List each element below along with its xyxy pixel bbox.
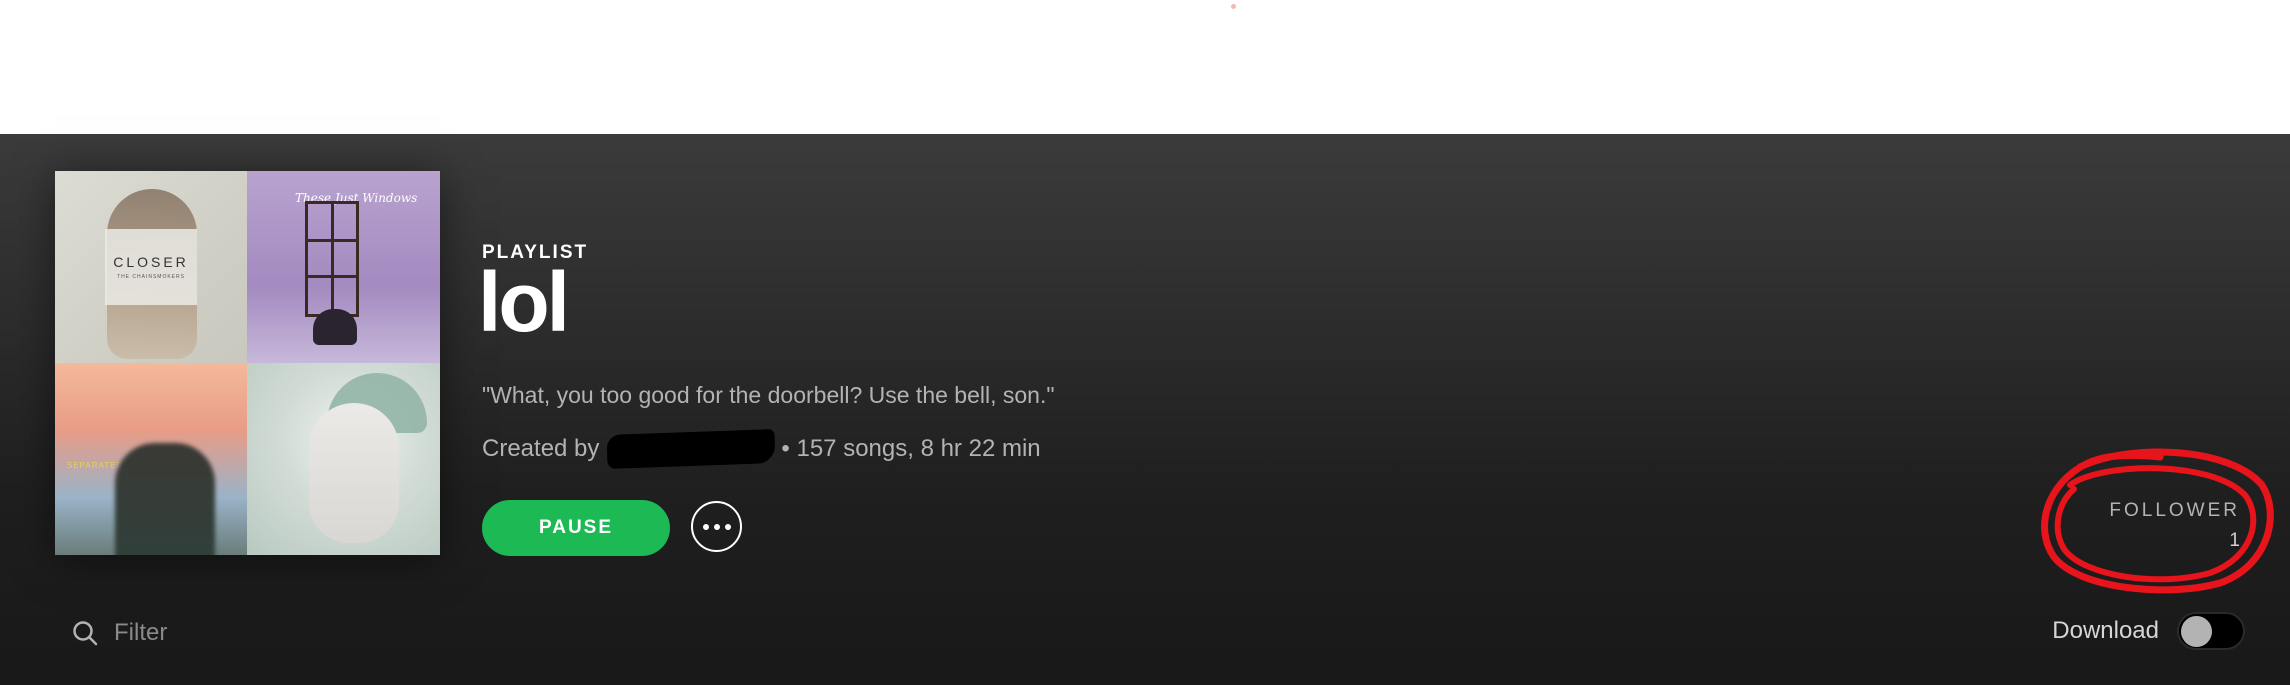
redacted-owner-name[interactable] bbox=[606, 429, 776, 469]
cover-art-title-box: CLOSER THE CHAINSMOKERS bbox=[105, 229, 197, 305]
followers-label: FOLLOWER bbox=[2109, 500, 2240, 521]
cover-art-window bbox=[305, 201, 359, 317]
more-options-button[interactable] bbox=[691, 501, 742, 552]
cover-art-person bbox=[115, 443, 215, 555]
playlist-cover-mosaic[interactable]: CLOSER THE CHAINSMOKERS These Just Windo… bbox=[55, 171, 440, 555]
playlist-meta: Created by • 157 songs, 8 hr 22 min bbox=[482, 429, 1041, 469]
download-label: Download bbox=[2052, 617, 2159, 644]
created-by-label: Created by bbox=[482, 435, 600, 462]
filter-bar bbox=[72, 618, 416, 648]
toggle-knob bbox=[2181, 616, 2212, 647]
playlist-stats: • 157 songs, 8 hr 22 min bbox=[781, 435, 1041, 462]
playlist-description: "What, you too good for the doorbell? Us… bbox=[482, 382, 1055, 408]
pause-button[interactable]: PAUSE bbox=[482, 500, 670, 556]
cover-art-face bbox=[309, 403, 399, 543]
playlist-header: CLOSER THE CHAINSMOKERS These Just Windo… bbox=[0, 134, 2290, 685]
cover-tile-windows: These Just Windows bbox=[247, 171, 440, 363]
stray-dot bbox=[1231, 4, 1236, 9]
followers-count: FOLLOWER 1 bbox=[2109, 500, 2240, 552]
download-control: Download bbox=[2052, 612, 2245, 650]
playlist-title: lol bbox=[478, 255, 570, 349]
cover-tile-sky: SEPARATED FOR YOU bbox=[55, 363, 247, 555]
cover-art-person bbox=[313, 309, 357, 345]
top-blank-area bbox=[0, 0, 2290, 134]
cover-tile-closer: CLOSER THE CHAINSMOKERS bbox=[55, 171, 247, 363]
cover-tile1-subtitle: THE CHAINSMOKERS bbox=[117, 274, 185, 280]
cover-tile1-title: CLOSER bbox=[113, 254, 189, 270]
download-toggle[interactable] bbox=[2177, 612, 2245, 650]
more-options-icon bbox=[702, 523, 731, 530]
search-icon bbox=[72, 620, 98, 646]
followers-value: 1 bbox=[2229, 530, 2240, 551]
filter-input[interactable] bbox=[112, 618, 416, 648]
cover-tile-portrait bbox=[247, 363, 440, 555]
